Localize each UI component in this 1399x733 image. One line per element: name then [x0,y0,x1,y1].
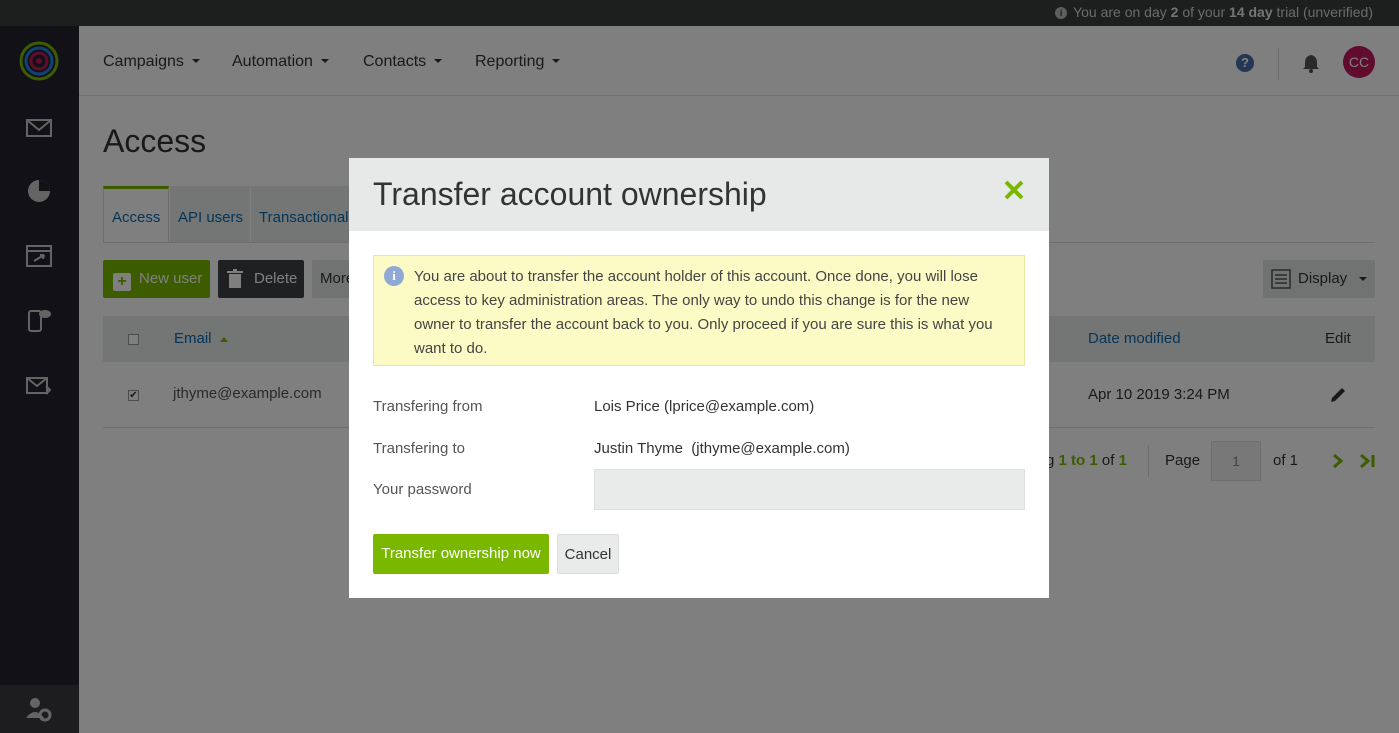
close-icon[interactable] [1002,178,1026,202]
from-value: Lois Price (lprice@example.com) [594,398,815,415]
modal-header: Transfer account ownership [349,158,1049,231]
warning-alert: i You are about to transfer the account … [373,255,1025,366]
transfer-ownership-modal: Transfer account ownership i You are abo… [349,158,1049,598]
transfer-ownership-button[interactable]: Transfer ownership now [373,534,549,574]
info-icon: i [384,266,404,286]
password-label: Your password [373,481,472,498]
password-input[interactable] [594,469,1025,510]
to-value: Justin Thyme (jthyme@example.com) [594,440,850,457]
modal-title: Transfer account ownership [373,176,767,212]
from-label: Transfering from [373,398,483,415]
to-label: Transfering to [373,440,465,457]
cancel-button[interactable]: Cancel [557,534,619,574]
alert-text: You are about to transfer the account ho… [414,268,993,357]
